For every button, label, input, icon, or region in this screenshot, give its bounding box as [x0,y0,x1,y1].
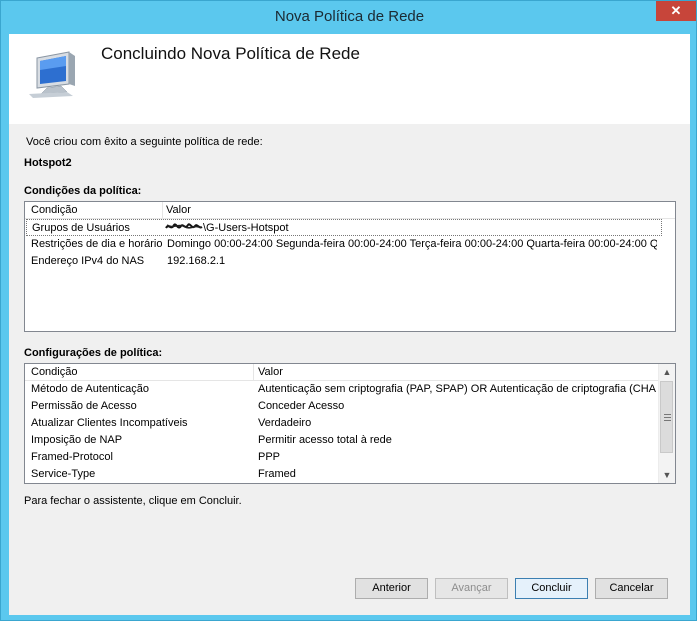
wizard-client-area: Concluindo Nova Política de Rede Você cr… [9,34,690,615]
value-cell: \G-Users-Hotspot [203,222,289,234]
condition-cell: Atualizar Clientes Incompatíveis [31,417,188,429]
back-button[interactable]: Anterior [355,578,428,599]
page-title: Concluindo Nova Política de Rede [101,44,360,63]
grip-line [664,420,671,421]
column-divider[interactable] [253,364,254,380]
condition-cell: Imposição de NAP [31,434,123,446]
window-title: Nova Política de Rede [274,8,425,25]
list-item[interactable]: Endereço IPv4 do NAS 192.168.2.1 [25,253,675,270]
list-item[interactable]: Método de Autenticação Autenticação sem … [25,381,659,398]
settings-list-header: Condição Valor [25,364,659,381]
column-header-value[interactable]: Valor [166,204,191,216]
condition-cell: Método de Autenticação [31,383,150,395]
settings-section-label: Configurações de política: [24,347,163,359]
value-cell: Framed [258,468,296,480]
scroll-down-icon[interactable]: ▼ [659,467,675,483]
scrollbar-thumb[interactable] [660,381,673,453]
column-header-condition[interactable]: Condição [31,366,77,378]
policy-name: Hotspot2 [24,157,72,169]
column-header-condition[interactable]: Condição [31,204,77,216]
wizard-header: Concluindo Nova Política de Rede [9,34,690,124]
settings-list[interactable]: Condição Valor Método de Autenticação Au… [24,363,676,484]
condition-cell: Framed-Protocol [31,451,113,463]
condition-cell: Permissão de Acesso [31,400,137,412]
settings-scrollbar[interactable]: ▲ ▼ [658,364,675,483]
close-button[interactable]: ✕ [656,1,696,21]
value-cell: Conceder Acesso [258,400,345,412]
title-bar[interactable]: Nova Política de Rede ✕ [1,1,697,34]
list-item[interactable]: Grupos de Usuários \G-Users-Hotspot [26,219,662,236]
value-cell: Verdadeiro [258,417,312,429]
conditions-list[interactable]: Condição Valor Grupos de Usuários \G-Use… [24,201,676,332]
intro-text: Você criou com êxito a seguinte política… [26,136,263,148]
monitor-icon [29,51,75,98]
value-cell: Autenticação sem criptografia (PAP, SPAP… [258,383,656,395]
conditions-list-header: Condição Valor [25,202,675,219]
value-cell: Domingo 00:00-24:00 Segunda-feira 00:00-… [167,238,657,250]
value-cell: Permitir acesso total à rede [258,434,392,446]
grip-line [664,414,671,415]
condition-cell: Endereço IPv4 do NAS [31,255,145,267]
list-item[interactable]: Framed-Protocol PPP [25,449,659,466]
grip-line [664,417,671,418]
list-item[interactable]: Atualizar Clientes Incompatíveis Verdade… [25,415,659,432]
wizard-window: Nova Política de Rede ✕ Concluindo Nova … [0,0,697,621]
column-divider[interactable] [162,202,163,218]
column-header-value[interactable]: Valor [258,366,283,378]
value-cell: PPP [258,451,281,463]
list-item[interactable]: Restrições de dia e horário Domingo 00:0… [25,236,675,253]
finish-button[interactable]: Concluir [515,578,588,599]
condition-cell: Grupos de Usuários [32,222,130,234]
redaction-scribble [165,223,203,229]
condition-cell: Service-Type [31,468,96,480]
condition-cell: Restrições de dia e horário [31,238,163,250]
close-icon: ✕ [670,3,682,18]
next-button[interactable]: Avançar [435,578,508,599]
cancel-button[interactable]: Cancelar [595,578,668,599]
scroll-up-icon[interactable]: ▲ [659,364,675,380]
value-cell: 192.168.2.1 [167,255,226,267]
list-item[interactable]: Service-Type Framed [25,466,659,483]
footer-text: Para fechar o assistente, clique em Conc… [24,495,242,507]
conditions-section-label: Condições da política: [24,185,142,197]
list-item[interactable]: Permissão de Acesso Conceder Acesso [25,398,659,415]
list-item[interactable]: Imposição de NAP Permitir acesso total à… [25,432,659,449]
